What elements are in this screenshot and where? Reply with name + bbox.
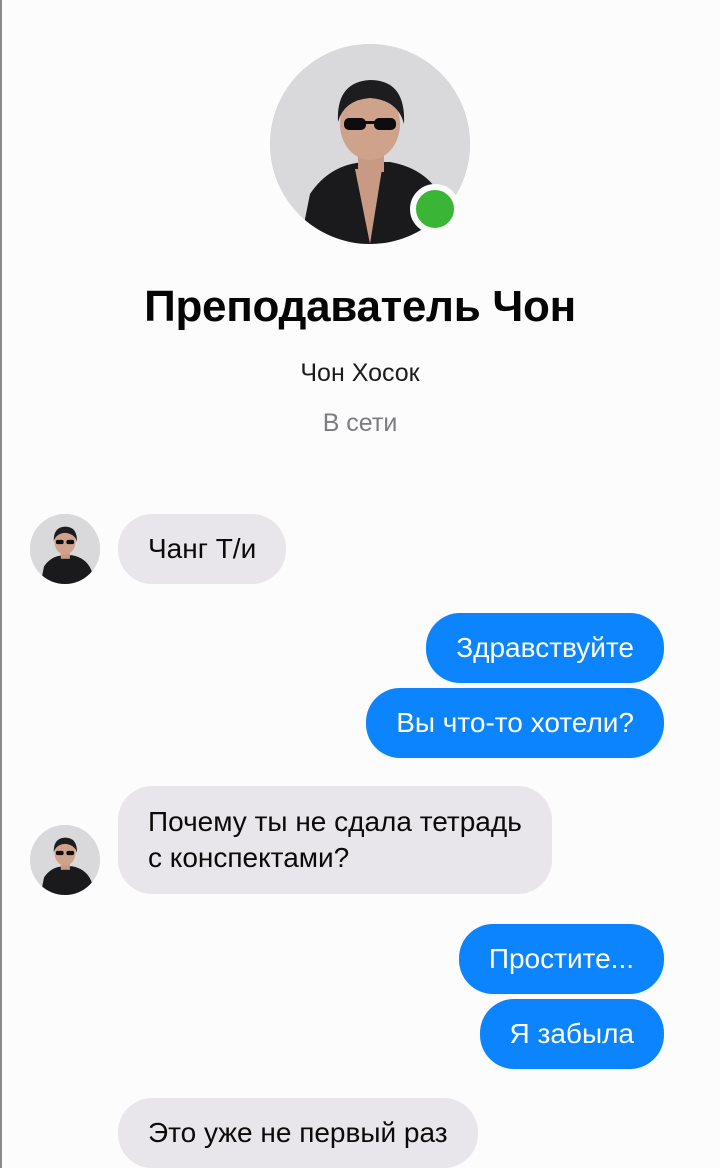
- contact-avatar[interactable]: [30, 514, 100, 584]
- contact-status: В сети: [322, 409, 398, 437]
- incoming-message[interactable]: Чанг Т/и: [118, 514, 287, 584]
- contact-subname: Чон Хосок: [300, 359, 420, 387]
- person-photo-icon: [30, 514, 100, 584]
- contact-avatar[interactable]: [30, 825, 100, 895]
- message-line: Почему ты не сдала тетрадь: [148, 806, 522, 837]
- person-photo-icon: [30, 825, 100, 895]
- outgoing-message[interactable]: Я забыла: [479, 999, 664, 1069]
- incoming-message[interactable]: Это уже не первый раз: [118, 1098, 478, 1168]
- incoming-message[interactable]: Почему ты не сдала тетрадь с конспектами…: [118, 786, 552, 894]
- message-line: с конспектами?: [148, 842, 350, 873]
- outgoing-message[interactable]: Вы что-то хотели?: [366, 688, 664, 758]
- outgoing-message[interactable]: Простите...: [458, 924, 664, 994]
- outgoing-message[interactable]: Здравствуйте: [426, 613, 664, 683]
- contact-name: Преподаватель Чон: [144, 282, 576, 331]
- online-status-dot: [410, 184, 460, 234]
- window-edge: [0, 0, 2, 1168]
